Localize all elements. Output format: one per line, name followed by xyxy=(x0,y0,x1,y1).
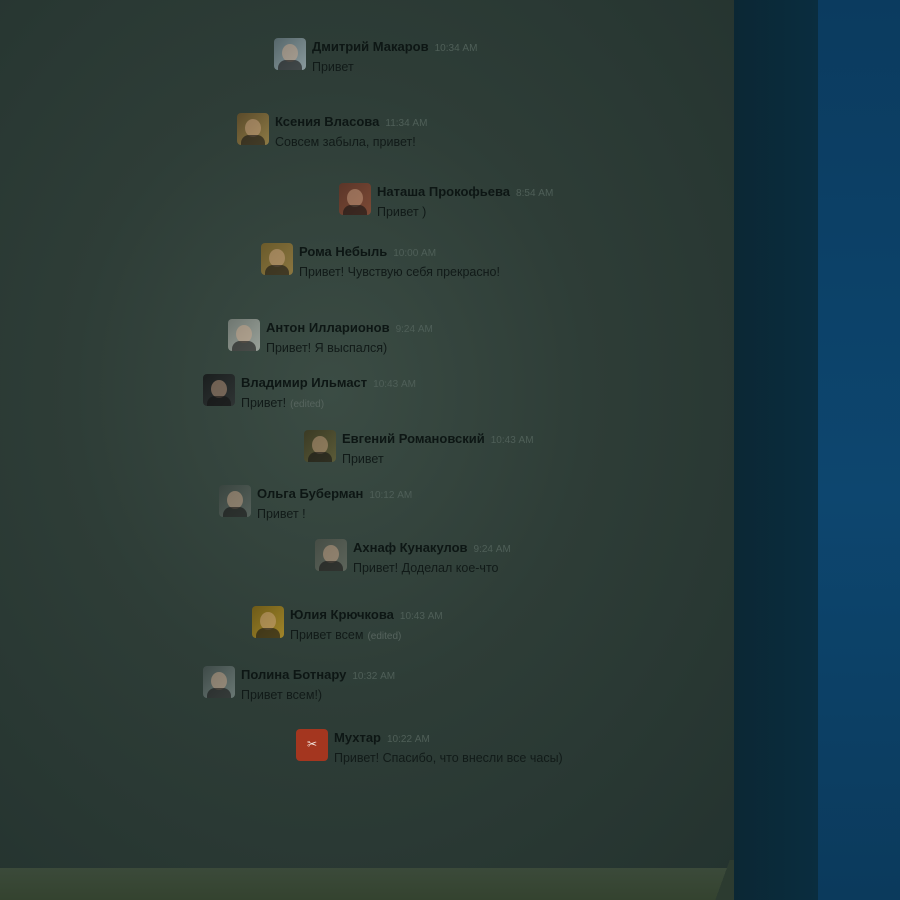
side-wall-shadow xyxy=(734,0,818,900)
timestamp[interactable]: 8:54 AM xyxy=(516,188,553,199)
timestamp[interactable]: 10:22 AM xyxy=(387,734,430,745)
message: Ахнаф Кунакулов 9:24 AM Привет! Доделал к… xyxy=(315,539,511,579)
message-text: Совсем забыла, привет! xyxy=(275,135,416,149)
timestamp[interactable]: 10:43 AM xyxy=(400,611,443,622)
message-text: Привет! xyxy=(241,396,287,410)
timestamp[interactable]: 10:00 AM xyxy=(393,248,436,259)
timestamp[interactable]: 9:24 AM xyxy=(474,544,511,555)
message-text: Привет всем!) xyxy=(241,688,323,702)
timestamp[interactable]: 10:12 AM xyxy=(369,490,412,501)
message: Ксения Власова 11:34 AM Совсем забыла, пр… xyxy=(237,113,427,153)
author-name[interactable]: Евгений Романовский xyxy=(342,431,485,446)
avatar[interactable] xyxy=(203,666,235,698)
timestamp[interactable]: 9:24 AM xyxy=(396,324,433,335)
avatar[interactable]: ✂ xyxy=(296,729,328,761)
avatar[interactable] xyxy=(304,430,336,462)
message-text: Привет ! xyxy=(257,507,306,521)
author-name[interactable]: Рома Небыль xyxy=(299,244,387,259)
avatar[interactable] xyxy=(203,374,235,406)
message-text: Привет ) xyxy=(377,205,427,219)
message-text: Привет! Спасибо, что внесли все часы) xyxy=(334,751,563,765)
message: Антон Илларионов 9:24 AM Привет! Я выспал… xyxy=(228,319,433,359)
message-text: Привет! Я выспался) xyxy=(266,341,388,355)
message-text: Привет xyxy=(342,452,384,466)
timestamp[interactable]: 10:34 AM xyxy=(435,43,478,54)
avatar[interactable] xyxy=(252,606,284,638)
message: Дмитрий Макаров 10:34 AM Привет xyxy=(274,38,477,78)
timestamp[interactable]: 10:43 AM xyxy=(373,379,416,390)
author-name[interactable]: Юлия Крючкова xyxy=(290,607,394,622)
message: ✂ Мухтар 10:22 AM Привет! Спасибо, что вн… xyxy=(296,729,567,769)
message-text: Привет! Доделал кое-что xyxy=(353,561,499,575)
message-text: Привет! Чувствую себя прекрасно! xyxy=(299,265,500,279)
author-name[interactable]: Ахнаф Кунакулов xyxy=(353,540,468,555)
message-text: Привет xyxy=(312,60,354,74)
avatar[interactable] xyxy=(315,539,347,571)
avatar[interactable] xyxy=(274,38,306,70)
avatar[interactable] xyxy=(237,113,269,145)
logo-icon: ✂ xyxy=(306,737,318,751)
floor xyxy=(0,868,760,900)
avatar[interactable] xyxy=(219,485,251,517)
author-name[interactable]: Полина Ботнару xyxy=(241,667,346,682)
message: Ольга Буберман 10:12 AM Привет ! xyxy=(219,485,412,525)
timestamp[interactable]: 10:32 AM xyxy=(352,671,395,682)
author-name[interactable]: Антон Илларионов xyxy=(266,320,390,335)
avatar[interactable] xyxy=(339,183,371,215)
message: Юлия Крючкова 10:43 AM Привет всем (edited… xyxy=(252,606,443,646)
avatar[interactable] xyxy=(261,243,293,275)
message: Наташа Прокофьева 8:54 AM Привет ) xyxy=(339,183,553,223)
message: Рома Небыль 10:00 AM Привет! Чувствую себ… xyxy=(261,243,504,283)
avatar[interactable] xyxy=(228,319,260,351)
timestamp[interactable]: 11:34 AM xyxy=(385,118,427,129)
author-name[interactable]: Мухтар xyxy=(334,730,381,745)
edited-label: (edited) xyxy=(290,399,325,410)
message: Владимир Ильмаст 10:43 AM Привет! (edited) xyxy=(203,374,416,414)
side-wall-blue xyxy=(818,0,900,900)
message: Евгений Романовский 10:43 AM Привет xyxy=(304,430,534,470)
author-name[interactable]: Ксения Власова xyxy=(275,114,379,129)
author-name[interactable]: Владимир Ильмаст xyxy=(241,375,367,390)
author-name[interactable]: Дмитрий Макаров xyxy=(312,39,429,54)
author-name[interactable]: Ольга Буберман xyxy=(257,486,363,501)
author-name[interactable]: Наташа Прокофьева xyxy=(377,184,510,199)
timestamp[interactable]: 10:43 AM xyxy=(491,435,534,446)
message-text: Привет всем xyxy=(290,628,364,642)
message: Полина Ботнару 10:32 AM Привет всем!) xyxy=(203,666,395,706)
edited-label: (edited) xyxy=(367,631,402,642)
